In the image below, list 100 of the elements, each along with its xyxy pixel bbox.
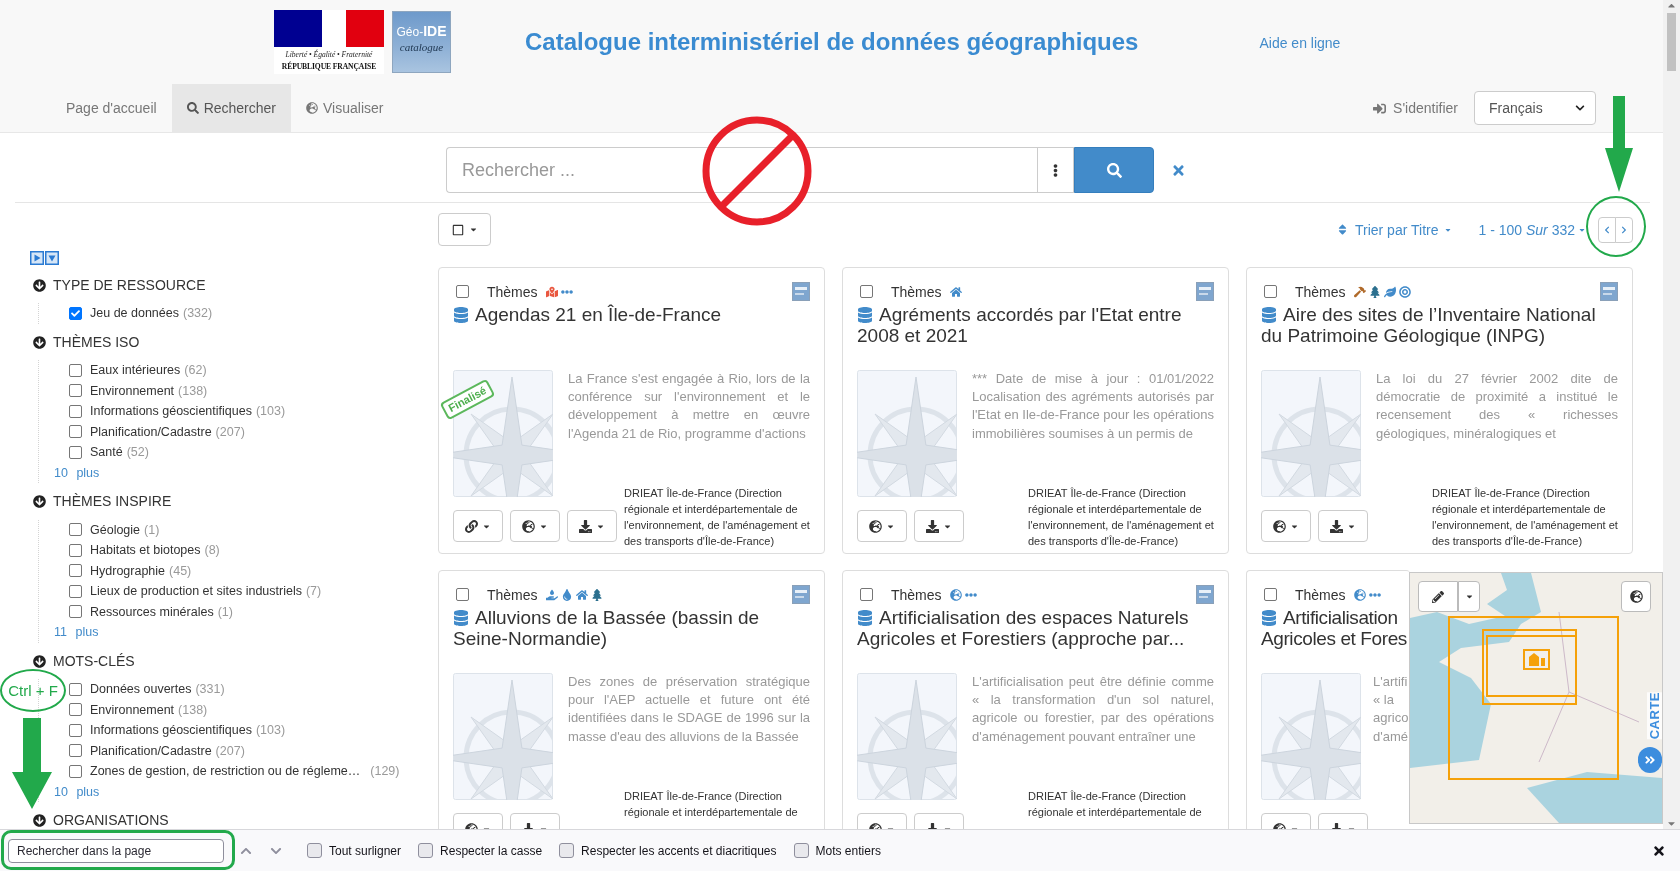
map-view-button[interactable] xyxy=(1261,510,1311,542)
more-link[interactable]: 10 plus xyxy=(54,462,100,483)
chevron-left-icon xyxy=(1603,225,1611,234)
facet-heading[interactable]: THÈMES ISO xyxy=(53,333,140,351)
range-dropdown[interactable]: 1 - 100 Sur 332 xyxy=(1478,221,1586,238)
facet-label[interactable]: Santé xyxy=(90,445,123,460)
login-link[interactable]: S'identifier xyxy=(1373,100,1458,116)
globe-button[interactable] xyxy=(1621,581,1651,612)
links-button[interactable] xyxy=(453,510,503,542)
result-title[interactable]: Artificialisation Agricoles et Fores xyxy=(1261,607,1410,649)
sort-dropdown[interactable]: Trier par Titre xyxy=(1335,221,1453,238)
expand-all-icon[interactable] xyxy=(30,251,44,265)
checkbox[interactable] xyxy=(69,384,82,398)
map-view-button[interactable] xyxy=(510,510,560,542)
more-link[interactable]: 11 plus xyxy=(54,622,99,643)
checkbox[interactable] xyxy=(69,425,82,439)
checkbox[interactable] xyxy=(69,703,82,717)
app-logo-subtitle: catalogue xyxy=(399,41,444,54)
checkbox[interactable] xyxy=(69,306,82,320)
checkbox[interactable] xyxy=(69,404,82,418)
result-title[interactable]: Aire des sites de l’Inventaire National du Patrimoine Géologique (INPG) xyxy=(1261,304,1618,346)
tree-icon xyxy=(1368,285,1381,298)
download-button[interactable] xyxy=(1318,510,1368,542)
checkbox[interactable] xyxy=(456,588,469,601)
result-title[interactable]: Artificialisation des espaces Naturels Agricoles et Forestiers (approche par... xyxy=(857,607,1214,649)
scrollbar-thumb[interactable] xyxy=(1667,13,1676,71)
checkbox[interactable] xyxy=(69,564,82,578)
database-icon xyxy=(453,610,469,626)
site-title: Catalogue interministériel de données géographiques xyxy=(525,28,1139,56)
checkbox[interactable] xyxy=(69,764,82,778)
facet-heading[interactable]: THÈMES INSPIRE xyxy=(53,493,172,510)
checkbox[interactable] xyxy=(69,445,82,459)
result-title[interactable]: Agréments accordés par l'Etat entre 2008 et 2021 xyxy=(857,304,1214,346)
help-link[interactable]: Aide en ligne xyxy=(1259,34,1341,52)
checkbox[interactable] xyxy=(69,744,82,758)
annotation-arrow-icon xyxy=(12,718,52,809)
result-title[interactable]: Agendas 21 en Île-de-France xyxy=(453,304,810,325)
search-field[interactable]: Rechercher ... xyxy=(446,147,1037,193)
option-checkbox[interactable] xyxy=(793,843,809,858)
option-checkbox[interactable] xyxy=(559,843,575,858)
search-button[interactable] xyxy=(1074,147,1154,193)
catalog-logo-icon xyxy=(792,282,810,301)
previous-page-button[interactable] xyxy=(1598,216,1616,243)
link-icon xyxy=(465,519,478,533)
facet-count: (103) xyxy=(255,404,286,419)
globe-icon xyxy=(306,102,318,114)
facet-label[interactable]: Ressources minérales xyxy=(90,604,214,619)
checkbox[interactable] xyxy=(69,605,82,619)
checkbox[interactable] xyxy=(69,543,82,557)
nav-tab[interactable]: Page d'accueil xyxy=(51,84,172,132)
facet-label[interactable]: Eaux intérieures xyxy=(90,363,181,378)
checkbox[interactable] xyxy=(1264,285,1277,298)
nav-tab[interactable]: Rechercher xyxy=(171,84,291,132)
nav-tab[interactable]: Visualiser xyxy=(291,84,399,132)
facet-label[interactable]: Zones de gestion, de restriction ou de régleme… xyxy=(90,764,361,779)
option-label[interactable]: Respecter la casse xyxy=(440,843,543,858)
facet-label[interactable]: Jeu de données xyxy=(90,306,179,321)
checkbox[interactable] xyxy=(860,285,873,298)
select-all-button[interactable] xyxy=(438,213,491,246)
clear-button[interactable] xyxy=(1171,162,1186,178)
facet-heading[interactable]: MOTS-CLÉS xyxy=(53,652,135,670)
more-link[interactable]: 10 plus xyxy=(54,781,100,802)
option-label[interactable]: Mots entiers xyxy=(815,843,881,858)
facet-label[interactable]: Environnement xyxy=(90,383,175,398)
facet-label[interactable]: Informations géoscientifiques xyxy=(90,723,252,738)
result-title[interactable]: Alluvions de la Bassée (bassin de Seine-Normandie) xyxy=(453,607,810,649)
facet-heading[interactable]: ORGANISATIONS xyxy=(53,812,169,829)
collapse-all-icon[interactable] xyxy=(45,251,59,265)
facet-label[interactable]: Planification/Cadastre xyxy=(90,424,212,439)
facet-label[interactable]: Données ouvertes xyxy=(90,682,192,697)
facet-count: (207) xyxy=(215,743,245,758)
facet-label[interactable]: Habitats et biotopes xyxy=(90,543,201,558)
checkbox[interactable] xyxy=(1264,588,1277,601)
search-icon xyxy=(1106,162,1122,178)
facet-label[interactable]: Géologie xyxy=(90,522,141,537)
find-field[interactable]: Rechercher dans la page xyxy=(8,838,224,863)
checkbox[interactable] xyxy=(69,682,82,696)
checkbox[interactable] xyxy=(860,588,873,601)
facet-label[interactable]: Planification/Cadastre xyxy=(90,743,212,758)
language-select[interactable]: Français xyxy=(1474,91,1596,125)
facet-label[interactable]: Lieux de production et sites industriels xyxy=(90,584,302,599)
facet-label[interactable]: Hydrographie xyxy=(90,563,166,578)
option-label[interactable]: Tout surligner xyxy=(329,843,402,858)
checkbox[interactable] xyxy=(69,363,82,377)
option-label[interactable]: Respecter les accents et diacritiques xyxy=(581,843,777,858)
map-view-button[interactable] xyxy=(857,510,907,542)
option-checkbox[interactable] xyxy=(307,843,322,858)
facet-heading[interactable]: TYPE DE RESSOURCE xyxy=(53,276,206,294)
edit-button[interactable] xyxy=(1418,581,1458,612)
checkbox[interactable] xyxy=(69,523,82,537)
download-button[interactable] xyxy=(567,510,617,542)
checkbox[interactable] xyxy=(69,584,82,598)
option-checkbox[interactable] xyxy=(418,843,434,858)
checkbox[interactable] xyxy=(69,723,82,737)
globe-icon xyxy=(522,519,535,533)
facet-label[interactable]: Environnement xyxy=(90,702,175,717)
facet-label[interactable]: Informations géoscientifiques xyxy=(90,404,252,419)
download-button[interactable] xyxy=(914,510,964,542)
checkbox[interactable] xyxy=(456,285,469,298)
facet-count: (138) xyxy=(178,383,208,398)
